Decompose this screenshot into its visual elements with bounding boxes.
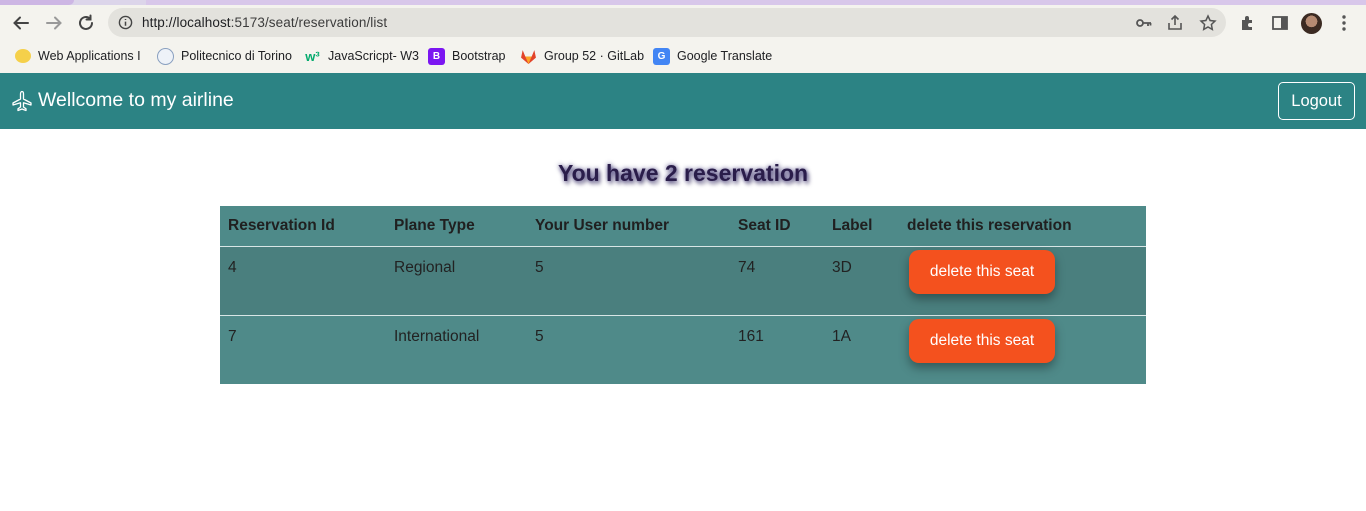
bookmark-label: Google Translate — [677, 49, 773, 63]
site-info-icon[interactable] — [118, 15, 133, 30]
app-navbar: Wellcome to my airline Logout — [0, 73, 1366, 129]
translate-icon: G — [653, 47, 670, 65]
url-text[interactable]: http://localhost:5173/seat/reservation/l… — [142, 15, 387, 30]
menu-dots-icon[interactable] — [1334, 13, 1354, 33]
address-bar[interactable]: http://localhost:5173/seat/reservation/l… — [108, 8, 1226, 37]
cell-seat-id: 161 — [730, 315, 824, 384]
forward-icon[interactable] — [42, 11, 66, 35]
bookmark-label: JavaScricpt- W3 — [328, 49, 419, 63]
bookmark-label: Group 52 · GitLab — [544, 49, 645, 63]
bookmark-web-applications[interactable]: Web Applications I — [15, 46, 141, 66]
bookmark-bootstrap[interactable]: B Bootstrap — [428, 46, 506, 66]
bookmarks-bar: Web Applications I Politecnico di Torino… — [0, 41, 1366, 73]
profile-avatar[interactable] — [1301, 13, 1322, 34]
bookmark-google-translate[interactable]: G Google Translate — [653, 46, 772, 66]
bookmark-label: Bootstrap — [452, 49, 506, 63]
extensions-icon[interactable] — [1238, 13, 1258, 33]
col-user-number: Your User number — [527, 206, 730, 247]
cell-user-number: 5 — [527, 315, 730, 384]
bootstrap-icon: B — [428, 47, 445, 65]
table-row: 7 International 5 161 1A delete this sea… — [220, 315, 1146, 384]
side-panel-icon[interactable] — [1270, 13, 1290, 33]
col-reservation-id: Reservation Id — [220, 206, 386, 247]
col-delete: delete this reservation — [899, 206, 1146, 247]
col-plane-type: Plane Type — [386, 206, 527, 247]
cell-label: 1A — [824, 315, 899, 384]
cell-label: 3D — [824, 246, 899, 316]
page-title: You have 2 reservation — [557, 160, 809, 186]
table-header-row: Reservation Id Plane Type Your User numb… — [220, 206, 1146, 247]
bookmark-polito[interactable]: Politecnico di Torino — [157, 46, 292, 66]
bookmark-gitlab[interactable]: Group 52 · GitLab — [520, 46, 644, 66]
table-row: 4 Regional 5 74 3D delete this seat — [220, 246, 1146, 316]
chat-icon — [15, 49, 31, 63]
delete-seat-button[interactable]: delete this seat — [909, 318, 1055, 363]
airplane-icon — [12, 90, 32, 111]
cell-user-number: 5 — [527, 246, 730, 316]
cell-seat-id: 74 — [730, 246, 824, 316]
cell-reservation-id: 4 — [220, 246, 386, 316]
col-label: Label — [824, 206, 899, 247]
polito-icon — [157, 47, 174, 65]
bookmark-label: Web Applications I — [38, 49, 141, 63]
brand[interactable]: Wellcome to my airline — [11, 89, 234, 112]
cell-plane-type: International — [386, 315, 527, 384]
cell-action: delete this seat — [899, 315, 1146, 384]
col-seat-id: Seat ID — [730, 206, 824, 247]
back-icon[interactable] — [9, 11, 33, 35]
key-icon[interactable] — [1135, 14, 1153, 32]
star-icon[interactable] — [1199, 14, 1217, 32]
reservations-table: Reservation Id Plane Type Your User numb… — [220, 206, 1146, 384]
brand-title: Wellcome to my airline — [38, 89, 234, 111]
share-icon[interactable] — [1166, 14, 1184, 32]
w3-icon: w³ — [305, 48, 320, 64]
reload-icon[interactable] — [74, 11, 98, 35]
bookmark-w3[interactable]: w³ JavaScricpt- W3 — [304, 46, 419, 66]
cell-plane-type: Regional — [386, 246, 527, 316]
logout-button[interactable]: Logout — [1278, 82, 1355, 120]
gitlab-icon — [521, 49, 536, 64]
bookmark-label: Politecnico di Torino — [181, 49, 292, 63]
browser-toolbar: http://localhost:5173/seat/reservation/l… — [0, 5, 1366, 41]
cell-action: delete this seat — [899, 246, 1146, 316]
delete-seat-button[interactable]: delete this seat — [909, 249, 1055, 294]
cell-reservation-id: 7 — [220, 315, 386, 384]
